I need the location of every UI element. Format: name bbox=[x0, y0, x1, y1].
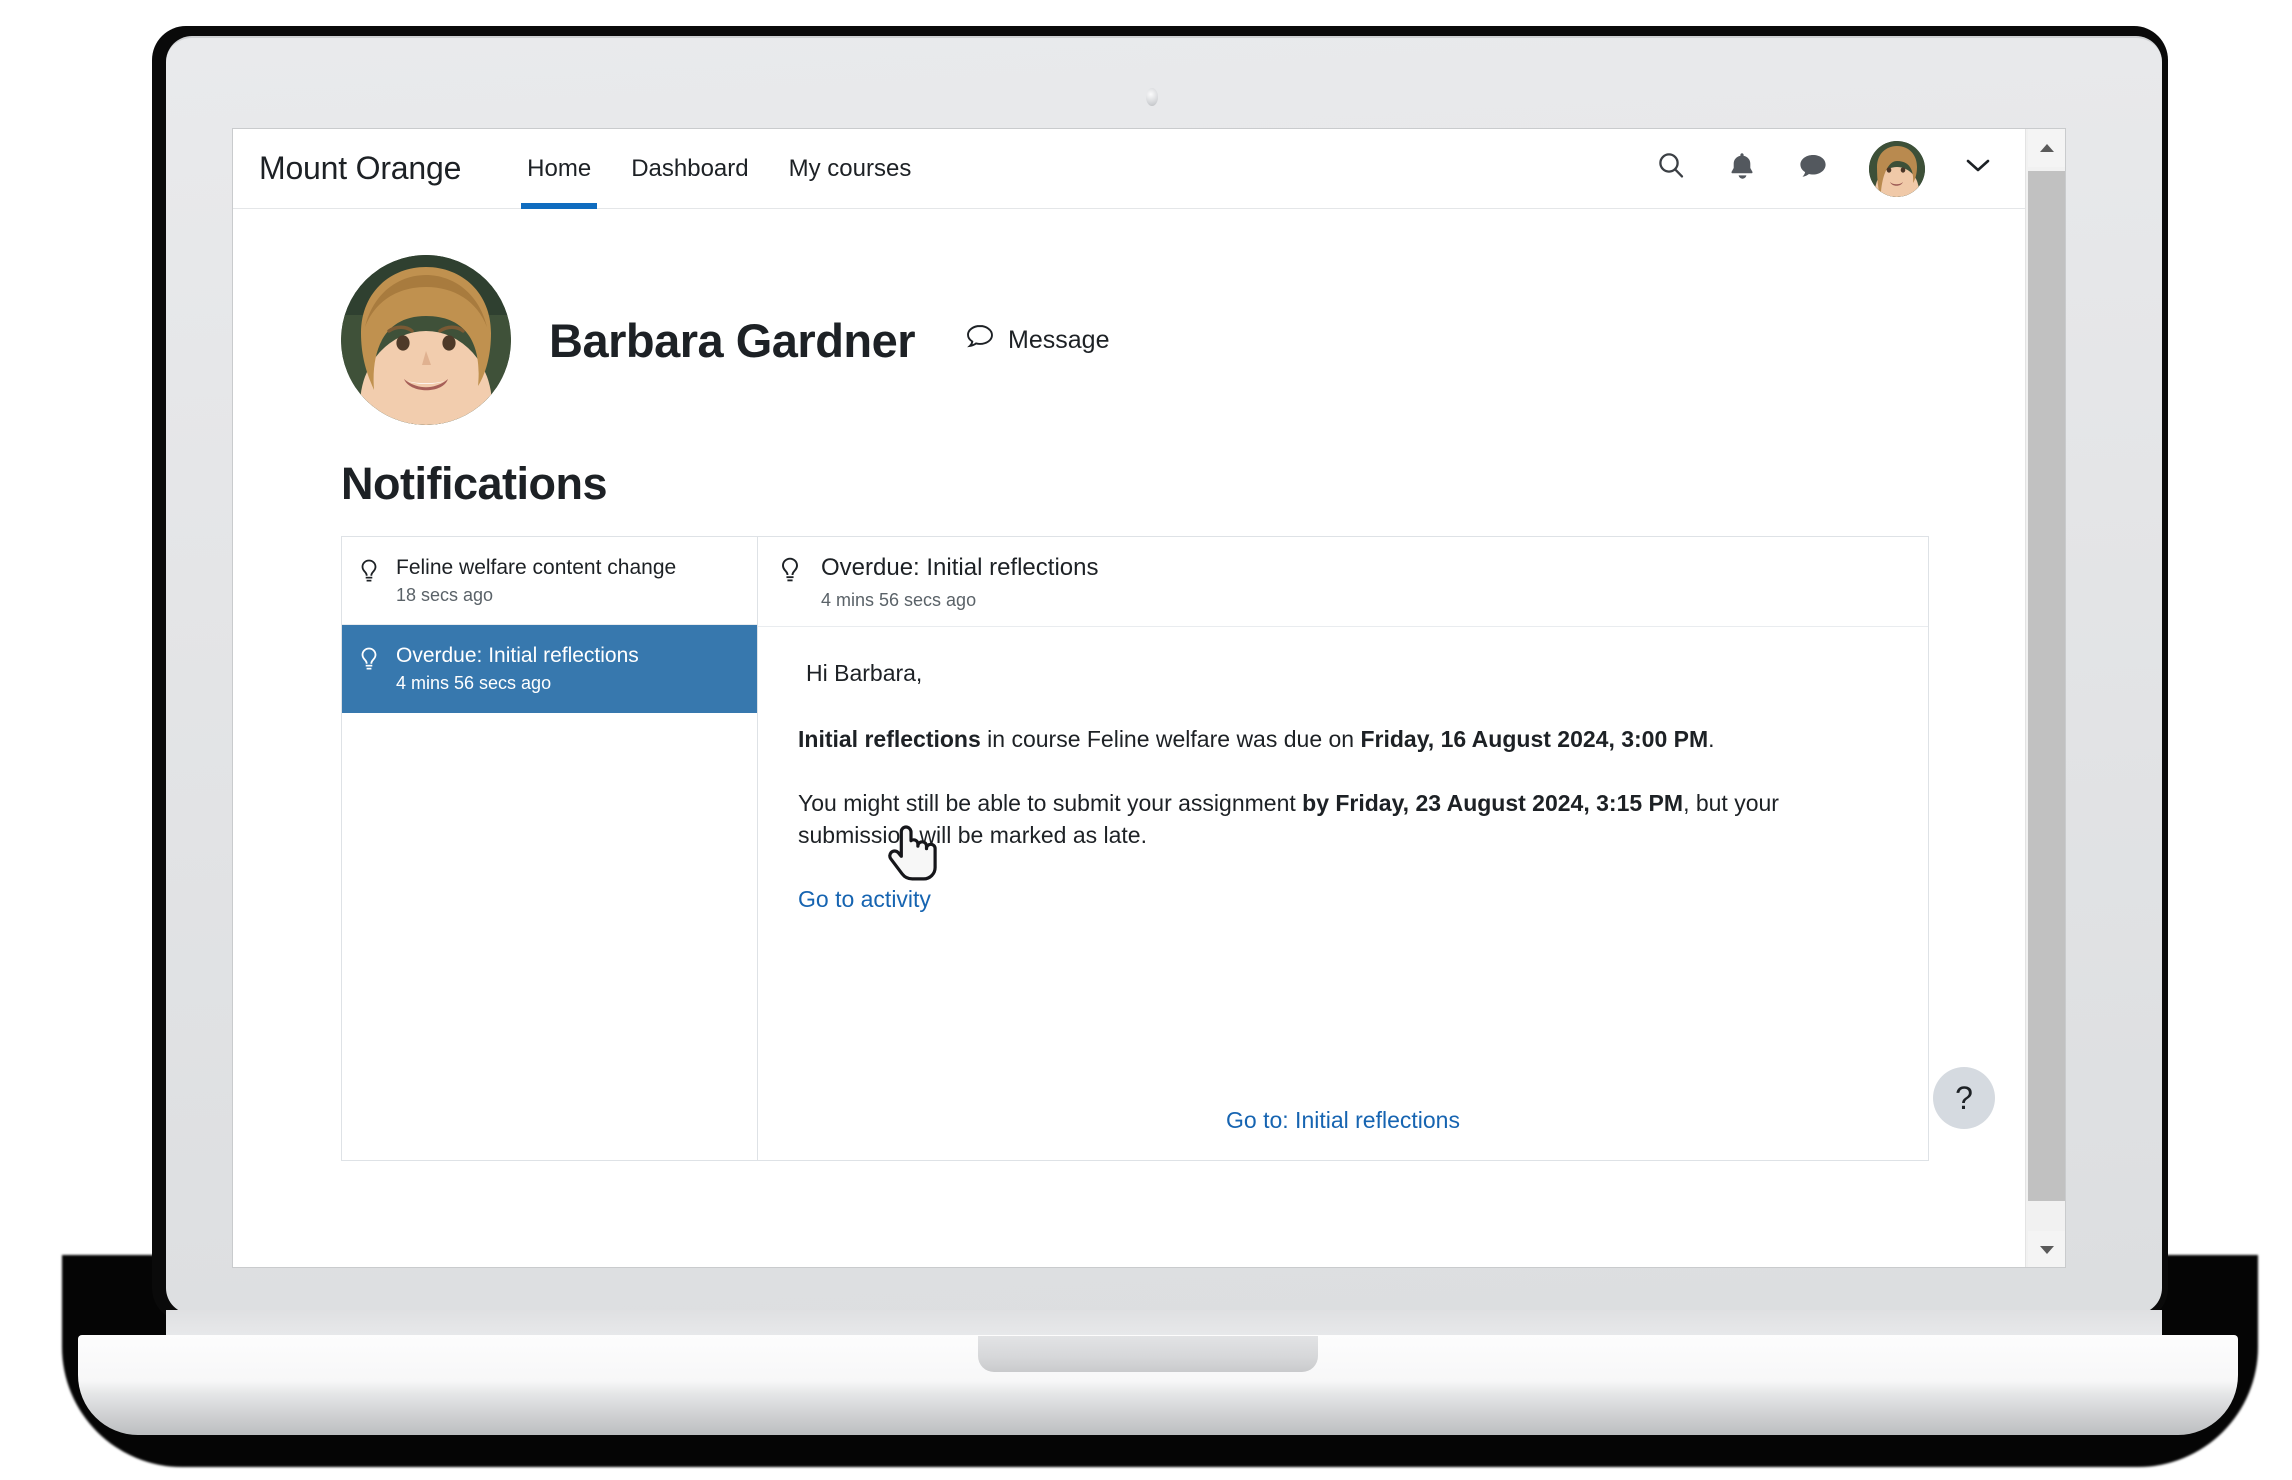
notification-detail-header: Overdue: Initial reflections 4 mins 56 s… bbox=[758, 537, 1928, 628]
nav-item-home[interactable]: Home bbox=[507, 129, 611, 209]
help-button[interactable]: ? bbox=[1933, 1067, 1995, 1129]
due-end-text: . bbox=[1708, 726, 1715, 753]
notification-timestamp: 4 mins 56 secs ago bbox=[396, 672, 552, 693]
profile-header: Barbara Gardner Message bbox=[233, 209, 2025, 425]
page-content: Barbara Gardner Message Notifications Fe… bbox=[233, 209, 2025, 1161]
laptop-screen: Mount Orange Home Dashboard My courses B… bbox=[232, 128, 2066, 1268]
nav-item-dashboard-label: Dashboard bbox=[631, 154, 749, 182]
go-to-activity-link[interactable]: Go to activity bbox=[798, 886, 931, 912]
notification-subject: Overdue: Initial reflections bbox=[396, 643, 639, 667]
page-title: Notifications bbox=[341, 458, 608, 509]
late-submission-paragraph: You might still be able to submit your a… bbox=[798, 787, 1890, 852]
scroll-down-arrow-icon bbox=[2040, 1246, 2054, 1254]
late-start-text: You might still be able to submit your a… bbox=[798, 789, 1303, 816]
activity-name-bold: Initial reflections bbox=[798, 726, 981, 753]
notifications-panel: Feline welfare content change 18 secs ag… bbox=[341, 536, 1929, 1161]
list-item[interactable]: Feline welfare content change 18 secs ag… bbox=[342, 537, 757, 625]
site-navbar: Mount Orange Home Dashboard My courses bbox=[233, 129, 2025, 209]
list-item-texts: Feline welfare content change 18 secs ag… bbox=[396, 556, 676, 606]
notification-timestamp: 18 secs ago bbox=[396, 585, 494, 606]
speech-bubble-icon bbox=[965, 323, 995, 358]
user-avatar[interactable] bbox=[1869, 140, 1925, 197]
notification-detail-title: Overdue: Initial reflections bbox=[821, 554, 1099, 581]
list-item-texts: Overdue: Initial reflections 4 mins 56 s… bbox=[396, 644, 639, 694]
scroll-up-button[interactable] bbox=[2028, 129, 2065, 167]
laptop-mockup: Mount Orange Home Dashboard My courses B… bbox=[0, 0, 2292, 1480]
notifications-list: Feline welfare content change 18 secs ag… bbox=[342, 537, 758, 1160]
messages-icon[interactable] bbox=[1797, 151, 1829, 186]
profile-avatar[interactable] bbox=[341, 255, 511, 425]
webcam-icon bbox=[1146, 88, 1158, 106]
lightbulb-icon bbox=[358, 644, 380, 677]
notification-bell-icon[interactable] bbox=[1727, 150, 1757, 187]
navbar-actions bbox=[1655, 140, 2025, 197]
vertical-scrollbar[interactable] bbox=[2025, 129, 2065, 1267]
laptop-hinge bbox=[166, 1310, 2162, 1338]
notification-detail-body: Hi Barbara, Initial reflections in cours… bbox=[758, 627, 1928, 1107]
profile-name: Barbara Gardner bbox=[549, 313, 916, 367]
nav-item-dashboard[interactable]: Dashboard bbox=[611, 129, 768, 209]
lightbulb-icon bbox=[778, 554, 802, 589]
notification-detail-head-texts: Overdue: Initial reflections 4 mins 56 s… bbox=[821, 554, 1098, 610]
greeting-text: Hi Barbara, bbox=[806, 660, 923, 687]
activity-link-paragraph: Go to activity bbox=[798, 883, 1890, 916]
browser-viewport: Mount Orange Home Dashboard My courses B… bbox=[233, 129, 2065, 1267]
message-button[interactable]: Message bbox=[965, 323, 1110, 358]
list-item[interactable]: Overdue: Initial reflections 4 mins 56 s… bbox=[342, 624, 757, 713]
nav-item-my-courses[interactable]: My courses bbox=[769, 129, 932, 209]
primary-nav: Home Dashboard My courses bbox=[507, 129, 931, 209]
notification-detail-footer: Go to: Initial reflections bbox=[758, 1107, 1928, 1160]
due-mid-text: in course Feline welfare was due on bbox=[980, 726, 1361, 753]
search-icon[interactable] bbox=[1655, 150, 1687, 187]
scroll-up-arrow-icon bbox=[2040, 144, 2054, 152]
notification-detail: Overdue: Initial reflections 4 mins 56 s… bbox=[758, 537, 1928, 1160]
site-brand[interactable]: Mount Orange bbox=[259, 150, 461, 187]
go-to-initial-reflections-link[interactable]: Go to: Initial reflections bbox=[1226, 1107, 1460, 1133]
laptop-base-notch bbox=[978, 1336, 1318, 1372]
scrollbar-thumb[interactable] bbox=[2028, 171, 2065, 1201]
chevron-down-icon[interactable] bbox=[1965, 157, 1991, 180]
message-button-label: Message bbox=[1008, 325, 1110, 354]
nav-item-home-label: Home bbox=[527, 154, 592, 182]
notification-subject: Feline welfare content change bbox=[396, 556, 677, 579]
lightbulb-icon bbox=[358, 556, 380, 589]
nav-item-my-courses-label: My courses bbox=[788, 154, 912, 182]
scroll-down-button[interactable] bbox=[2028, 1231, 2065, 1267]
page-root: Mount Orange Home Dashboard My courses B… bbox=[233, 129, 2025, 1267]
due-date-paragraph: Initial reflections in course Feline wel… bbox=[798, 723, 1890, 756]
notification-detail-timestamp: 4 mins 56 secs ago bbox=[821, 589, 977, 610]
cutoff-date-bold: by Friday, 23 August 2024, 3:15 PM bbox=[1302, 789, 1684, 816]
due-date-bold: Friday, 16 August 2024, 3:00 PM bbox=[1360, 726, 1709, 753]
